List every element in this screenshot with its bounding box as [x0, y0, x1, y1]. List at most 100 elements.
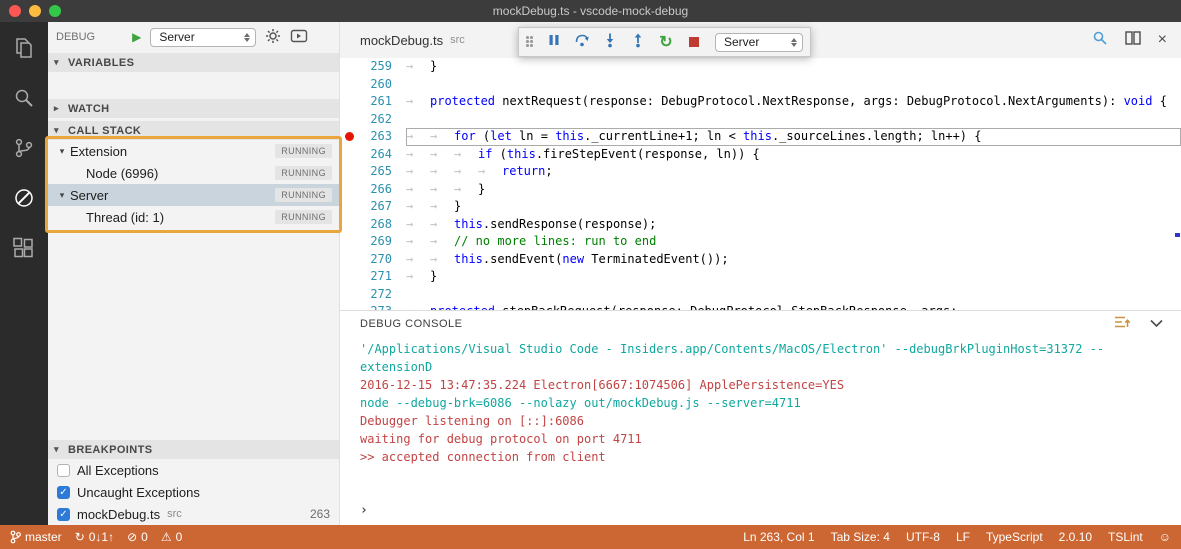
- call-stack-label: Server: [70, 188, 108, 203]
- collapse-panel-button[interactable]: [1150, 315, 1163, 333]
- search-icon: [12, 86, 36, 115]
- drag-handle[interactable]: [526, 36, 534, 48]
- section-watch[interactable]: ▸ WATCH: [48, 98, 339, 118]
- close-editor-button[interactable]: ×: [1158, 32, 1167, 48]
- start-debug-button[interactable]: ▶: [132, 30, 141, 44]
- git-branch-status[interactable]: master: [10, 530, 62, 544]
- code-line[interactable]: 269→→// no more lines: run to end: [340, 233, 1181, 251]
- call-stack-item[interactable]: Node (6996)RUNNING: [48, 162, 339, 184]
- code-line[interactable]: 272: [340, 286, 1181, 304]
- breakpoint-margin[interactable]: [340, 268, 358, 286]
- feedback-button[interactable]: ☺: [1159, 530, 1171, 544]
- call-stack-item[interactable]: Thread (id: 1)RUNNING: [48, 206, 339, 228]
- code-text: →→→→return;: [406, 163, 1181, 181]
- launch-config-select[interactable]: Server: [150, 28, 256, 47]
- status-item[interactable]: Ln 263, Col 1: [743, 530, 814, 544]
- code-line[interactable]: 261→protected nextRequest(response: Debu…: [340, 93, 1181, 111]
- section-variables[interactable]: ▾ VARIABLES: [48, 52, 339, 72]
- step-over-button[interactable]: [569, 29, 595, 55]
- smiley-icon: ☺: [1159, 530, 1171, 544]
- restart-button[interactable]: ↻: [653, 29, 679, 55]
- status-item[interactable]: Tab Size: 4: [831, 530, 890, 544]
- status-item[interactable]: TSLint: [1108, 530, 1143, 544]
- branch-name: master: [25, 530, 62, 544]
- split-editor-button[interactable]: [1125, 31, 1141, 50]
- clear-console-button[interactable]: [1114, 315, 1130, 334]
- breakpoint-margin[interactable]: [340, 58, 358, 76]
- breakpoint-margin[interactable]: [340, 111, 358, 129]
- zoom-window-button[interactable]: [49, 5, 61, 17]
- checkbox[interactable]: [57, 464, 70, 477]
- warning-status[interactable]: ⚠ 0: [161, 530, 182, 544]
- breakpoint-margin[interactable]: [340, 216, 358, 234]
- code-line[interactable]: 271→}: [340, 268, 1181, 286]
- open-debug-console-button[interactable]: [290, 28, 308, 47]
- code-line[interactable]: 265→→→→return;: [340, 163, 1181, 181]
- code-line[interactable]: 263→→for (let ln = this._currentLine+1; …: [340, 128, 1181, 146]
- whitespace-tab-icon: →: [430, 251, 454, 269]
- activity-explorer-button[interactable]: [0, 28, 48, 72]
- panel-title: DEBUG CONSOLE: [360, 318, 462, 330]
- code-editor[interactable]: 259→}260261→protected nextRequest(respon…: [340, 58, 1181, 310]
- activity-search-button[interactable]: [0, 78, 48, 122]
- code-text: [406, 111, 1181, 129]
- step-out-button[interactable]: [625, 29, 651, 55]
- configure-launch-button[interactable]: [265, 28, 281, 47]
- code-line[interactable]: 259→}: [340, 58, 1181, 76]
- editor-search-action-button[interactable]: [1092, 30, 1108, 51]
- step-into-button[interactable]: [597, 29, 623, 55]
- breakpoint-margin[interactable]: [340, 286, 358, 304]
- breakpoint-margin[interactable]: [340, 233, 358, 251]
- whitespace-tab-icon: →: [406, 303, 430, 310]
- breakpoint-margin[interactable]: [340, 163, 358, 181]
- code-lines: 259→}260261→protected nextRequest(respon…: [340, 58, 1181, 310]
- pause-button[interactable]: [541, 29, 567, 55]
- tab-mockdebug[interactable]: mockDebug.ts: [360, 33, 443, 48]
- activity-debug-button[interactable]: [0, 178, 48, 222]
- breakpoint-margin[interactable]: [340, 146, 358, 164]
- debug-console-input[interactable]: ›: [360, 502, 1171, 520]
- breakpoint-margin[interactable]: [340, 93, 358, 111]
- code-line[interactable]: 266→→→}: [340, 181, 1181, 199]
- repl-icon: [290, 28, 308, 47]
- section-breakpoints[interactable]: ▾ BREAKPOINTS: [48, 439, 339, 459]
- minimize-window-button[interactable]: [29, 5, 41, 17]
- breakpoint-margin[interactable]: [340, 181, 358, 199]
- breakpoint-margin[interactable]: [340, 198, 358, 216]
- call-stack-item[interactable]: ▾ExtensionRUNNING: [48, 140, 339, 162]
- checkbox[interactable]: ✓: [57, 486, 70, 499]
- call-stack-item[interactable]: ▾ServerRUNNING: [48, 184, 339, 206]
- code-line[interactable]: 268→→this.sendResponse(response);: [340, 216, 1181, 234]
- breakpoint-margin[interactable]: [340, 76, 358, 94]
- activity-source-control-button[interactable]: [0, 128, 48, 172]
- line-number: 265: [358, 163, 406, 181]
- stop-button[interactable]: [681, 29, 707, 55]
- whitespace-tab-icon: →: [406, 216, 430, 234]
- section-label: VARIABLES: [68, 57, 134, 69]
- breakpoint-margin[interactable]: [340, 251, 358, 269]
- close-window-button[interactable]: [9, 5, 21, 17]
- code-line[interactable]: 267→→}: [340, 198, 1181, 216]
- breakpoint-dot[interactable]: [345, 132, 354, 141]
- breakpoint-item[interactable]: ✓mockDebug.tssrc263: [48, 503, 339, 525]
- breakpoint-item[interactable]: ✓Uncaught Exceptions: [48, 481, 339, 503]
- code-line[interactable]: 264→→→if (this.fireStepEvent(response, l…: [340, 146, 1181, 164]
- checkbox[interactable]: ✓: [57, 508, 70, 521]
- status-item[interactable]: 2.0.10: [1059, 530, 1092, 544]
- status-item[interactable]: TypeScript: [986, 530, 1043, 544]
- code-line[interactable]: 273→protected stepBackRequest(response: …: [340, 303, 1181, 310]
- status-item[interactable]: LF: [956, 530, 970, 544]
- sync-status[interactable]: ↻ 0↓1↑: [75, 530, 114, 544]
- status-item[interactable]: UTF-8: [906, 530, 940, 544]
- breakpoint-item[interactable]: All Exceptions: [48, 459, 339, 481]
- code-line[interactable]: 260: [340, 76, 1181, 94]
- toolbar-session-select[interactable]: Server: [715, 33, 803, 52]
- breakpoint-margin[interactable]: [340, 303, 358, 310]
- error-status[interactable]: ⊘ 0: [127, 530, 148, 544]
- code-line[interactable]: 270→→this.sendEvent(new TerminatedEvent(…: [340, 251, 1181, 269]
- activity-extensions-button[interactable]: [0, 228, 48, 272]
- code-line[interactable]: 262: [340, 111, 1181, 129]
- section-call-stack[interactable]: ▾ CALL STACK: [48, 120, 339, 140]
- breakpoint-margin[interactable]: [340, 128, 358, 146]
- line-number: 259: [358, 58, 406, 76]
